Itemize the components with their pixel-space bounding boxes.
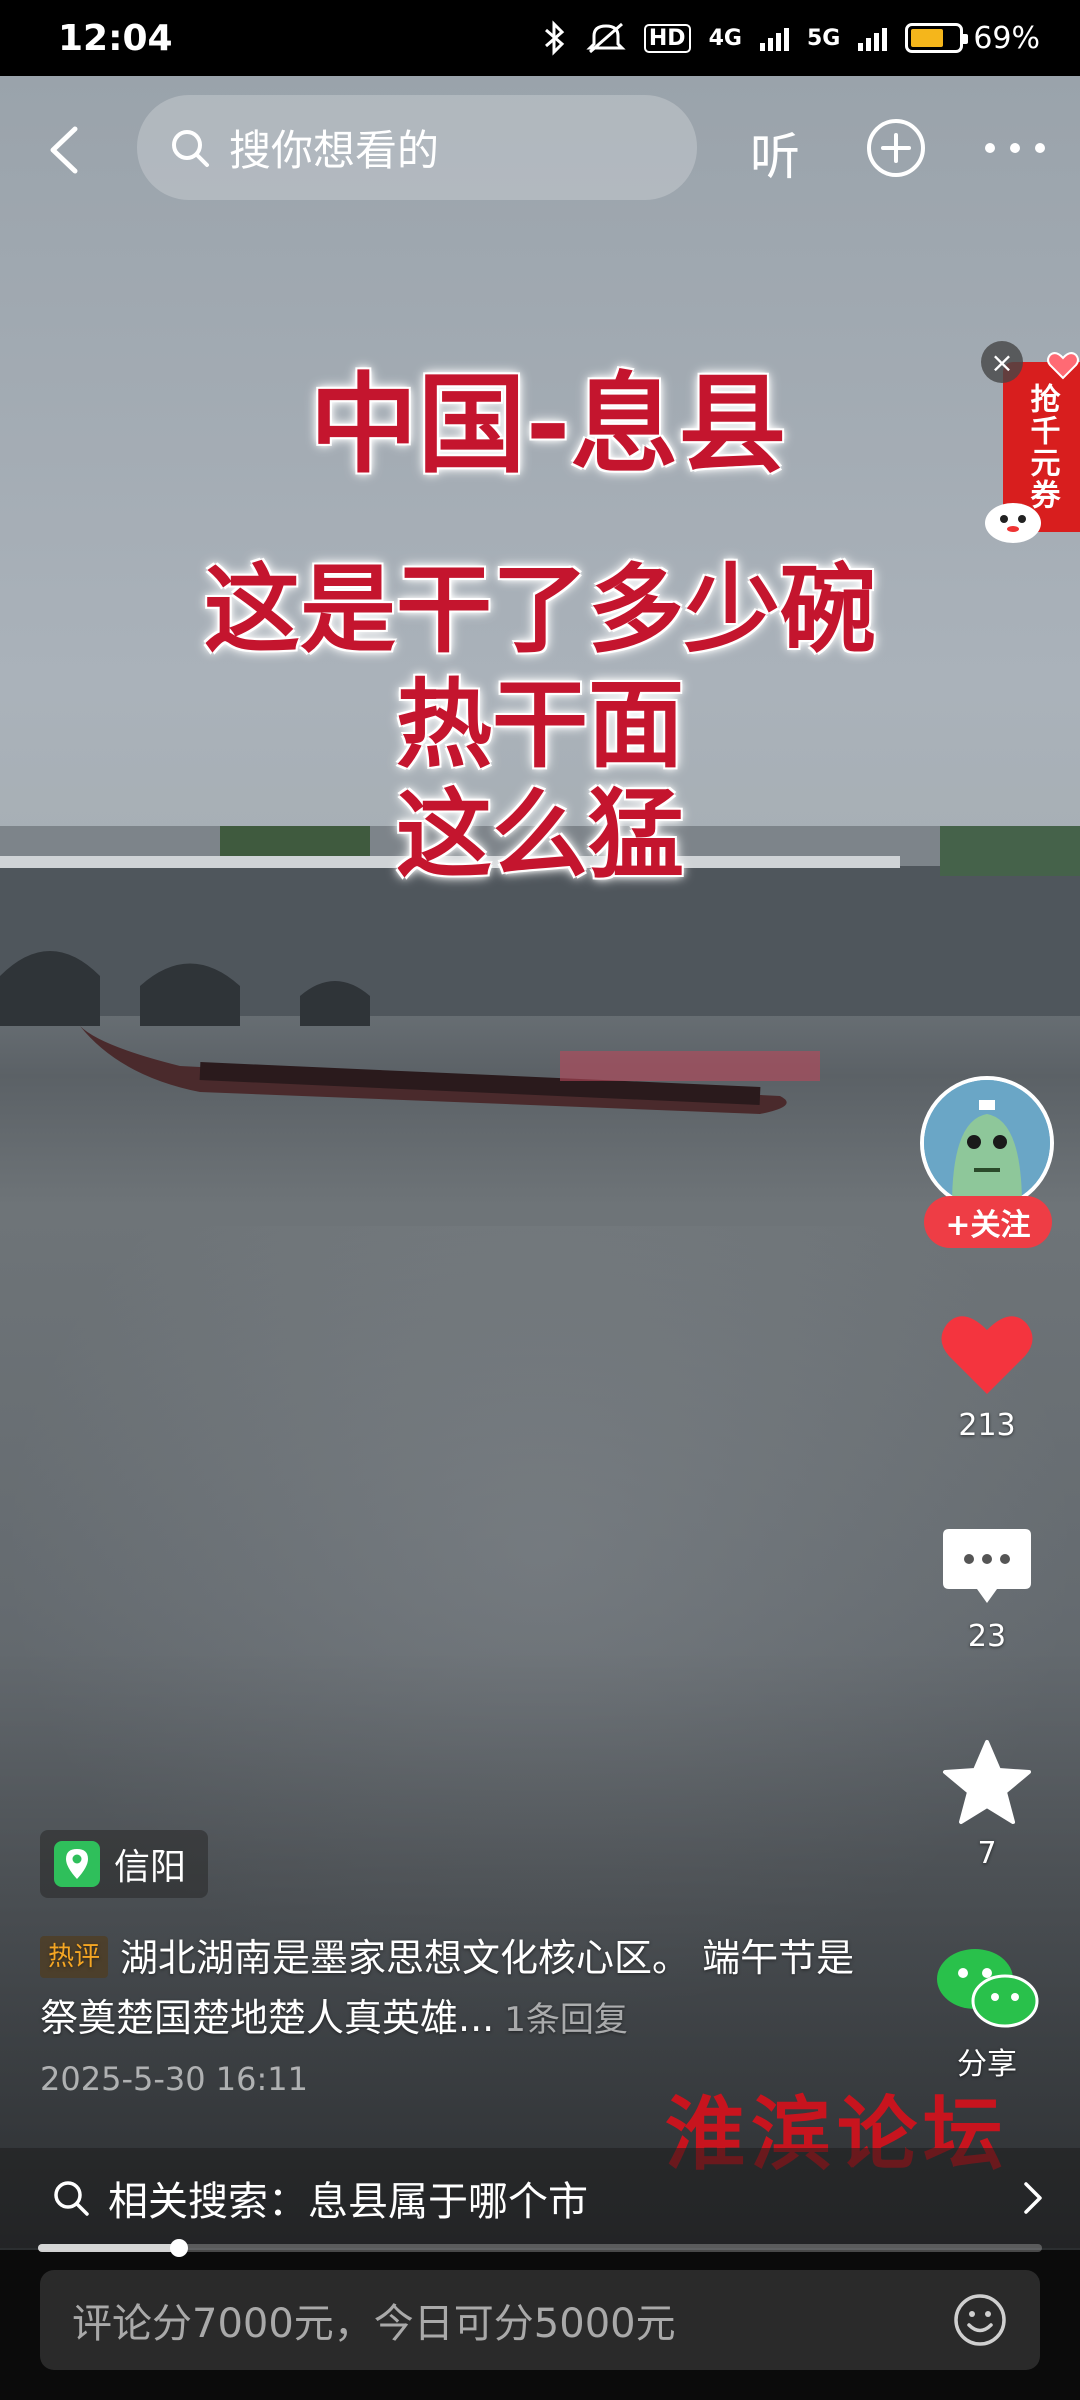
like-button[interactable]: 213	[912, 1310, 1062, 1443]
hot-comment-text: 湖北湖南是墨家思想文化核心区。 端午节是祭奠楚国楚地楚人真英雄...	[40, 1936, 855, 2040]
hot-comment[interactable]: 热评 湖北湖南是墨家思想文化核心区。 端午节是祭奠楚国楚地楚人真英雄... 1条回复	[40, 1928, 870, 2050]
network-5g-label: 5G	[806, 25, 841, 51]
video-caption-line: 这么猛	[396, 779, 684, 891]
coupon-close-button[interactable]: ×	[981, 341, 1023, 383]
video-title-caption: 中国-息县	[309, 363, 787, 488]
wechat-icon	[937, 1949, 1039, 2028]
battery-indicator: 69%	[905, 21, 1040, 56]
creator-avatar[interactable]	[920, 1076, 1054, 1210]
add-circle-icon[interactable]	[865, 117, 927, 179]
comment-button[interactable]: 23	[912, 1525, 1062, 1654]
post-date: 2025-5-30 16:11	[40, 2060, 308, 2098]
search-placeholder: 搜你想看的	[229, 126, 440, 175]
signal-icon-2	[858, 25, 888, 51]
progress-fill	[38, 2244, 179, 2252]
battery-fill	[911, 29, 944, 47]
search-input[interactable]: 搜你想看的	[137, 95, 697, 200]
video-progress-bar[interactable]	[38, 2239, 1042, 2257]
back-button[interactable]	[30, 115, 100, 185]
chevron-right-icon	[1024, 2182, 1042, 2214]
comment-bubble-icon	[943, 1529, 1031, 1603]
video-caption-line: 这是干了多少碗	[204, 554, 876, 666]
battery-icon	[905, 23, 969, 53]
clock: 12:04	[58, 17, 173, 59]
battery-percent: 69%	[973, 20, 1040, 56]
favorite-count: 7	[977, 1836, 997, 1871]
mute-icon	[586, 22, 626, 54]
heart-icon	[1047, 352, 1079, 380]
avatar-image	[924, 1080, 1050, 1206]
progress-thumb[interactable]	[169, 2239, 188, 2257]
more-icon[interactable]	[980, 117, 1050, 179]
related-search-bar[interactable]: 相关搜索：息县属于哪个市	[0, 2148, 1080, 2248]
comment-placeholder: 评论分7000元，今日可分5000元	[72, 2301, 676, 2347]
hd-badge: HD	[643, 23, 691, 53]
comment-input[interactable]: 评论分7000元，今日可分5000元	[40, 2270, 1040, 2370]
search-icon	[54, 2181, 89, 2216]
heart-icon	[941, 1316, 1033, 1394]
network-4g-label: 4G	[708, 25, 742, 51]
search-icon	[172, 129, 209, 167]
status-icons: HD 4G 5G 69%	[542, 20, 1040, 56]
emoji-icon[interactable]	[952, 2292, 1008, 2348]
related-search-text: 相关搜索：息县属于哪个市	[108, 2179, 588, 2225]
bottom-bar: 评论分7000元，今日可分5000元	[0, 2250, 1080, 2400]
dragon-boat	[80, 1026, 820, 1114]
top-bar: 搜你想看的 听	[0, 95, 1080, 205]
back-arrow-icon	[50, 126, 78, 174]
location-tag[interactable]: 信阳	[40, 1830, 209, 1898]
reply-count[interactable]: 1条回复	[504, 2000, 628, 2040]
favorite-button[interactable]: 7	[912, 1738, 1062, 1871]
coupon-label: 抢千元券	[1024, 383, 1060, 511]
map-pin-icon	[54, 1841, 100, 1887]
hot-comment-badge: 热评	[40, 1936, 109, 1978]
listen-button[interactable]: 听	[750, 117, 800, 189]
signal-icon	[759, 25, 789, 51]
comment-count: 23	[967, 1619, 1007, 1654]
star-icon	[943, 1740, 1031, 1824]
share-button[interactable]: 分享	[912, 1945, 1062, 2083]
mascot-icon	[985, 503, 1041, 543]
bluetooth-icon	[544, 20, 565, 56]
status-bar: 12:04 HD 4G 5G 69%	[0, 0, 1080, 76]
follow-button[interactable]: +关注	[924, 1196, 1052, 1248]
like-count: 213	[958, 1408, 1016, 1443]
video-caption-line: 热干面	[396, 669, 684, 781]
location-label: 信阳	[114, 1847, 187, 1888]
